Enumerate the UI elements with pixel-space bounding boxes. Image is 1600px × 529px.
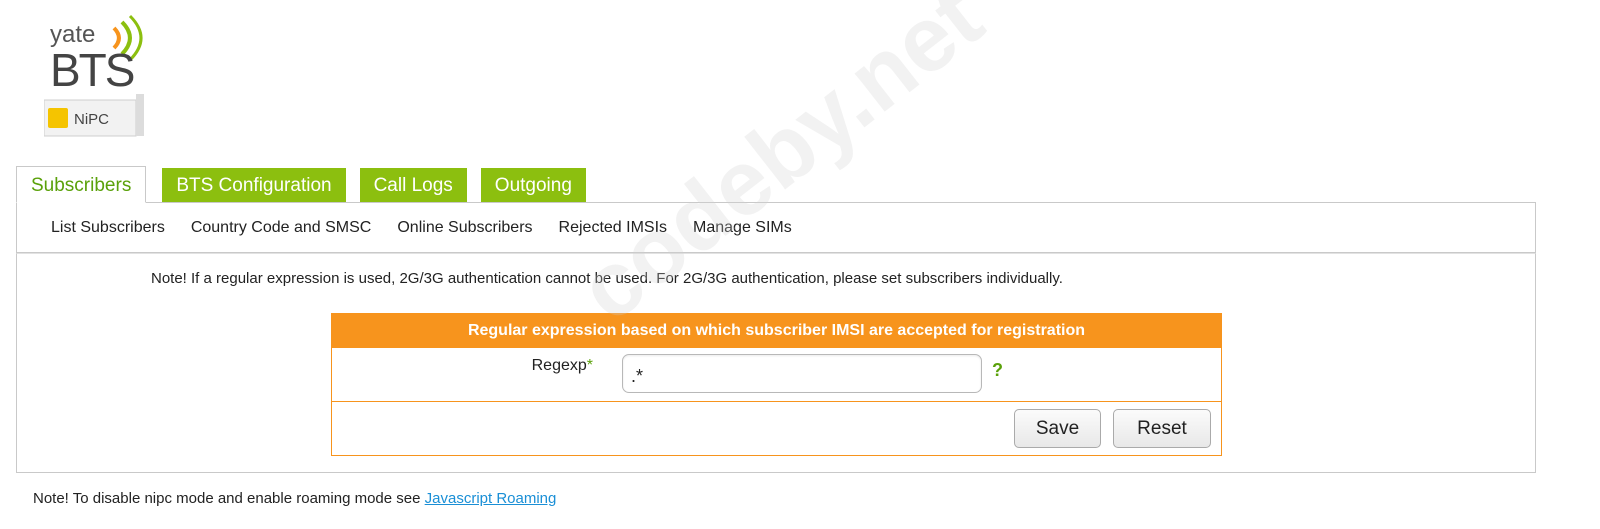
tab-subscribers[interactable]: Subscribers bbox=[16, 166, 147, 203]
regexp-form: Regular expression based on which subscr… bbox=[331, 313, 1222, 456]
reset-button[interactable]: Reset bbox=[1113, 409, 1211, 448]
regexp-label-text: Regexp bbox=[531, 357, 587, 374]
subnav-rejected-imsis[interactable]: Rejected IMSIs bbox=[559, 219, 667, 237]
tab-call-logs[interactable]: Call Logs bbox=[359, 168, 467, 203]
main-tabs: Subscribers BTS Configuration Call Logs … bbox=[16, 166, 600, 203]
regexp-form-row: Regexp* ? bbox=[332, 348, 1221, 402]
yatebts-nipc-logo: yate BTS NiPC bbox=[44, 6, 156, 138]
logo-nipc-text: NiPC bbox=[74, 111, 109, 128]
required-asterisk: * bbox=[586, 357, 593, 374]
subnav-manage-sims[interactable]: Manage SIMs bbox=[693, 219, 792, 237]
javascript-roaming-link[interactable]: Javascript Roaming bbox=[425, 490, 557, 507]
roaming-note-text: Note! To disable nipc mode and enable ro… bbox=[33, 490, 425, 507]
regexp-help-icon[interactable]: ? bbox=[992, 360, 1003, 381]
roaming-note: Note! To disable nipc mode and enable ro… bbox=[33, 490, 556, 507]
subscribers-subnav: List Subscribers Country Code and SMSC O… bbox=[16, 202, 1536, 253]
logo-bts-text: BTS bbox=[50, 44, 134, 96]
subnav-country-code-smsc[interactable]: Country Code and SMSC bbox=[191, 219, 372, 237]
regexp-auth-note: Note! If a regular expression is used, 2… bbox=[151, 270, 1063, 287]
regexp-input[interactable] bbox=[622, 354, 982, 393]
subnav-list-subscribers[interactable]: List Subscribers bbox=[51, 219, 165, 237]
regexp-form-actions: Save Reset bbox=[332, 402, 1221, 455]
subnav-online-subscribers[interactable]: Online Subscribers bbox=[397, 219, 532, 237]
tab-bts-configuration[interactable]: BTS Configuration bbox=[162, 168, 346, 203]
regexp-form-header: Regular expression based on which subscr… bbox=[332, 314, 1221, 348]
save-button[interactable]: Save bbox=[1014, 409, 1101, 448]
content-panel: Note! If a regular expression is used, 2… bbox=[16, 253, 1536, 473]
regexp-label: Regexp* bbox=[532, 357, 593, 375]
tab-outgoing[interactable]: Outgoing bbox=[480, 168, 586, 203]
